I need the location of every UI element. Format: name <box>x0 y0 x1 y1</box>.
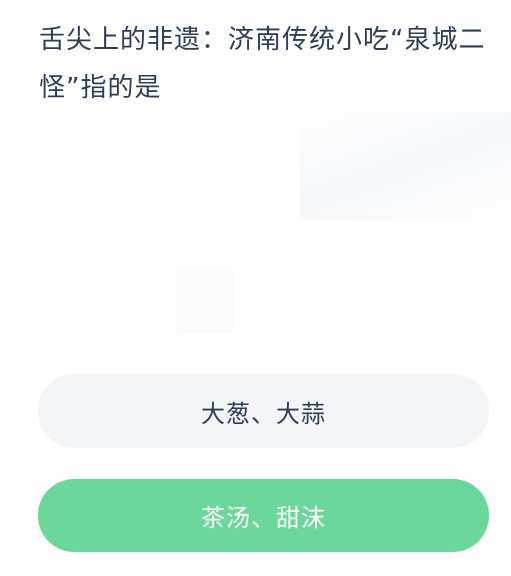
answer-option-2-selected[interactable]: 茶汤、甜沫 <box>38 479 489 552</box>
faded-placeholder-shape <box>176 268 234 334</box>
faded-background-decoration <box>300 112 511 220</box>
question-text: 舌尖上的非遗：济南传统小吃“泉城二怪”指的是 <box>39 25 486 103</box>
answer-option-1[interactable]: 大葱、大蒜 <box>38 374 489 448</box>
